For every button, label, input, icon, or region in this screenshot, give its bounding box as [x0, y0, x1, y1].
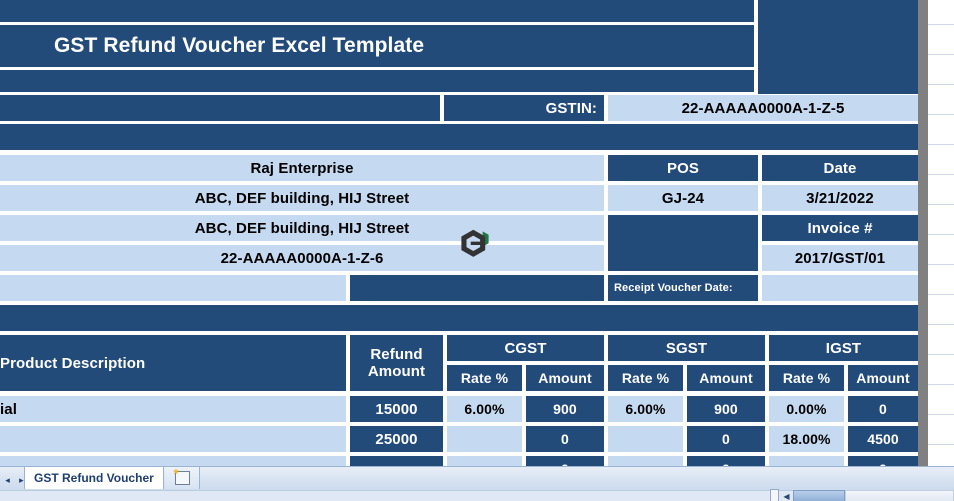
receipt-voucher-date-label[interactable]: Receipt Voucher Date:: [608, 275, 758, 301]
grid-line: [928, 54, 954, 55]
grid-line: [928, 204, 954, 205]
party-address-line2[interactable]: ABC, DEF building, HIJ Street: [0, 215, 604, 241]
grid-line: [928, 174, 954, 175]
worksheet-canvas[interactable]: GST Refund Voucher Excel Template GSTIN:…: [0, 0, 954, 466]
cell-sgst-amount[interactable]: 900: [687, 396, 765, 422]
gstin-value[interactable]: 22-AAAAA0000A-1-Z-5: [608, 95, 918, 121]
col-product-description[interactable]: Product Description: [0, 335, 346, 391]
grid-line: [928, 144, 954, 145]
cell-sgst-rate[interactable]: [608, 426, 683, 452]
cell-refund-amount[interactable]: 25000: [350, 426, 443, 452]
col-group-igst[interactable]: IGST: [769, 335, 918, 361]
cell-igst-rate[interactable]: [769, 456, 844, 466]
col-refund-amount[interactable]: Refund Amount: [350, 335, 443, 391]
title-spacer-row[interactable]: [0, 70, 754, 92]
scrollbar-thumb[interactable]: [793, 490, 845, 501]
cell-refund-amount[interactable]: 15000: [350, 396, 443, 422]
prev-sheet-icon[interactable]: ◂: [0, 471, 15, 489]
gstin-label[interactable]: GSTIN:: [444, 95, 604, 121]
pos-value[interactable]: GJ-24: [608, 185, 758, 211]
grid-line: [928, 444, 954, 445]
excel-window: GST Refund Voucher Excel Template GSTIN:…: [0, 0, 954, 501]
col-sgst-amount[interactable]: Amount: [687, 365, 765, 391]
new-sheet-icon: [174, 471, 190, 485]
cell-igst-amount[interactable]: 4500: [848, 426, 918, 452]
cell-cgst-rate[interactable]: [447, 426, 522, 452]
cell-sgst-amount[interactable]: 0: [687, 426, 765, 452]
cell-cgst-amount[interactable]: 900: [526, 396, 604, 422]
receipt-voucher-left-blank[interactable]: [0, 275, 346, 301]
party-address-line1[interactable]: ABC, DEF building, HIJ Street: [0, 185, 604, 211]
page-break-divider: [918, 0, 928, 466]
sheet-tab-label: GST Refund Voucher: [34, 471, 154, 485]
scrollbar-split-handle[interactable]: [770, 489, 779, 501]
col-cgst-amount[interactable]: Amount: [526, 365, 604, 391]
grid-line: [928, 384, 954, 385]
grid-line: [928, 324, 954, 325]
sheet-tab-gst-refund-voucher[interactable]: GST Refund Voucher: [24, 467, 164, 489]
page-title[interactable]: GST Refund Voucher Excel Template: [0, 25, 754, 67]
col-igst-rate[interactable]: Rate %: [769, 365, 844, 391]
cell-cgst-rate[interactable]: 6.00%: [447, 396, 522, 422]
cell-igst-amount[interactable]: 0: [848, 456, 918, 466]
gstin-row-filler[interactable]: [0, 95, 440, 121]
cell-igst-rate[interactable]: 18.00%: [769, 426, 844, 452]
grid-line: [928, 294, 954, 295]
cell-igst-amount[interactable]: 0: [848, 396, 918, 422]
grid-line: [928, 114, 954, 115]
grid-line: [928, 84, 954, 85]
col-group-cgst[interactable]: CGST: [447, 335, 604, 361]
cell-sgst-rate[interactable]: [608, 456, 683, 466]
cell-igst-rate[interactable]: 0.00%: [769, 396, 844, 422]
cell-refund-amount[interactable]: [350, 456, 443, 466]
col-cgst-rate[interactable]: Rate %: [447, 365, 522, 391]
cell-sgst-rate[interactable]: 6.00%: [608, 396, 683, 422]
separator-band-1[interactable]: [0, 124, 918, 150]
grid-line: [928, 24, 954, 25]
col-refund-amount-line2: Amount: [367, 363, 426, 380]
receipt-voucher-mid-blank[interactable]: [350, 275, 604, 301]
cell-cgst-amount[interactable]: 0: [526, 456, 604, 466]
invoice-value[interactable]: 2017/GST/01: [762, 245, 918, 271]
col-igst-amount[interactable]: Amount: [848, 365, 918, 391]
col-group-sgst[interactable]: SGST: [608, 335, 765, 361]
empty-grid-area[interactable]: [928, 0, 954, 466]
col-refund-amount-line1: Refund: [370, 345, 423, 363]
table-row[interactable]: [0, 456, 346, 466]
pos-blank-cell[interactable]: [608, 215, 758, 271]
page-title-text: GST Refund Voucher Excel Template: [54, 34, 425, 57]
invoice-header[interactable]: Invoice #: [762, 215, 918, 241]
top-band-right[interactable]: [758, 0, 918, 94]
cell-cgst-rate[interactable]: [447, 456, 522, 466]
separator-band-2[interactable]: [0, 305, 918, 331]
scrollbar-track-right[interactable]: [845, 490, 954, 501]
scroll-left-icon[interactable]: ◀: [781, 491, 792, 501]
grid-line: [928, 234, 954, 235]
insert-worksheet-button[interactable]: [165, 467, 200, 489]
grid-line: [928, 264, 954, 265]
grid-line: [928, 414, 954, 415]
party-gstin[interactable]: 22-AAAAA0000A-1-Z-6: [0, 245, 604, 271]
date-header[interactable]: Date: [762, 155, 918, 181]
cell-sgst-amount[interactable]: 0: [687, 456, 765, 466]
date-value[interactable]: 3/21/2022: [762, 185, 918, 211]
table-row[interactable]: ial: [0, 396, 346, 422]
col-sgst-rate[interactable]: Rate %: [608, 365, 683, 391]
cell-cgst-amount[interactable]: 0: [526, 426, 604, 452]
grid-line: [928, 354, 954, 355]
receipt-voucher-date-value[interactable]: [762, 275, 918, 301]
top-band-left[interactable]: [0, 0, 754, 22]
pos-header[interactable]: POS: [608, 155, 758, 181]
table-row[interactable]: [0, 426, 346, 452]
party-name[interactable]: Raj Enterprise: [0, 155, 604, 181]
sheet-tab-bar[interactable]: ◂ ▸| GST Refund Voucher ◀: [0, 466, 954, 501]
company-logo: [458, 228, 492, 262]
